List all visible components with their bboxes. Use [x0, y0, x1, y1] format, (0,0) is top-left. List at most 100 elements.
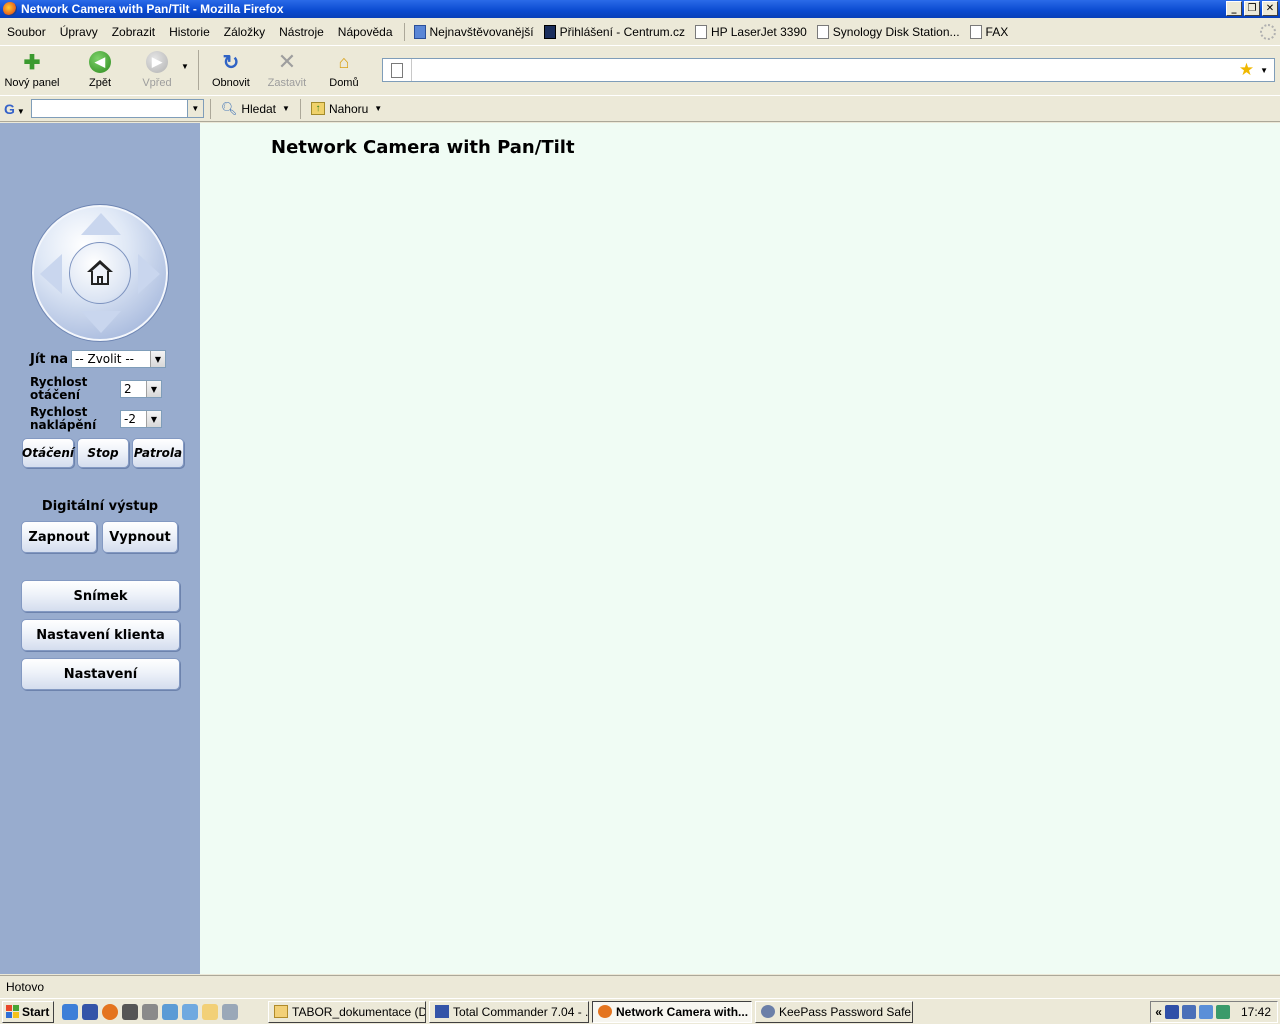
- close-button[interactable]: ✕: [1262, 1, 1278, 16]
- globe-icon[interactable]: [222, 1003, 238, 1020]
- forward-button[interactable]: ▶ Vpřed: [136, 46, 178, 94]
- pan-speed-value: 2: [124, 382, 132, 396]
- forward-arrow-icon: ▶: [146, 51, 168, 73]
- tilt-speed-value: -2: [124, 412, 136, 426]
- app-icon[interactable]: [182, 1003, 198, 1020]
- url-input[interactable]: [412, 60, 1239, 80]
- google-logo-icon[interactable]: G ▼: [4, 101, 25, 117]
- task-label: KeePass Password Safe ...: [779, 1004, 913, 1019]
- back-arrow-icon: ◀: [89, 51, 111, 73]
- google-toolbar: G ▼ ▼ 🔍︎ Hledat ▼ ↑ Nahoru ▼: [0, 95, 1280, 122]
- terminal-icon[interactable]: [122, 1003, 138, 1020]
- chevron-down-icon: ▼: [146, 411, 161, 427]
- google-search-button[interactable]: 🔍︎ Hledat ▼: [217, 101, 294, 117]
- back-label: Zpět: [88, 77, 111, 89]
- page-content: Jít na -- Zvolit -- ▼ Rychlost otáčení 2…: [0, 123, 1280, 974]
- calculator-icon[interactable]: [142, 1003, 158, 1020]
- output-on-button[interactable]: Zapnout: [21, 521, 97, 553]
- window-titlebar[interactable]: Network Camera with Pan/Tilt - Mozilla F…: [0, 0, 1280, 18]
- tilt-up-arrow-icon[interactable]: [81, 213, 121, 235]
- chevron-down-icon: ▼: [150, 351, 165, 367]
- network-tray-icon[interactable]: [1198, 1005, 1213, 1019]
- clock[interactable]: 17:42: [1241, 1005, 1271, 1019]
- menu-file[interactable]: Soubor: [0, 25, 53, 39]
- toolbar-separator: [299, 98, 301, 119]
- menu-view[interactable]: Zobrazit: [105, 25, 162, 39]
- save-disk-icon[interactable]: [82, 1003, 98, 1020]
- bookmark-synology[interactable]: Synology Disk Station...: [812, 25, 965, 39]
- ie-icon[interactable]: [62, 1003, 78, 1020]
- google-search-input[interactable]: [31, 100, 187, 117]
- firefox-icon: [3, 2, 17, 16]
- back-button[interactable]: ◀ Zpět: [64, 46, 136, 94]
- chevron-down-icon: ▼: [146, 381, 161, 397]
- firefox-icon: [598, 1005, 612, 1018]
- home-button[interactable]: ⌂ Domů: [317, 46, 371, 94]
- client-settings-button[interactable]: Nastavení klienta: [21, 619, 180, 651]
- navigation-toolbar: ✚ Nový panel ◀ Zpět ▶ Vpřed ▼ ↻ Obnovit …: [0, 45, 1280, 93]
- task-total-commander[interactable]: Total Commander 7.04 - ...: [429, 1000, 589, 1023]
- menu-bookmarks[interactable]: Záložky: [217, 25, 272, 39]
- output-off-button[interactable]: Vypnout: [102, 521, 178, 553]
- reload-button[interactable]: ↻ Obnovit: [205, 46, 257, 94]
- chevron-down-icon: ▼: [282, 104, 290, 113]
- task-explorer[interactable]: TABOR_dokumentace (D:): [268, 1000, 426, 1023]
- bookmark-most-visited[interactable]: Nejnavštěvovanější: [409, 25, 539, 39]
- reload-label: Obnovit: [211, 77, 250, 89]
- network-icon[interactable]: [162, 1003, 178, 1020]
- restore-button[interactable]: ❐: [1244, 1, 1260, 16]
- task-firefox[interactable]: Network Camera with...: [592, 1000, 752, 1023]
- pan-right-arrow-icon[interactable]: [138, 254, 160, 294]
- status-bar: Hotovo: [0, 975, 1280, 997]
- goto-preset-value: -- Zvolit --: [75, 352, 134, 366]
- menu-edit[interactable]: Úpravy: [53, 25, 105, 39]
- tilt-down-arrow-icon[interactable]: [81, 311, 121, 333]
- quick-launch: [62, 1003, 238, 1020]
- tilt-speed-select[interactable]: -2 ▼: [120, 410, 162, 428]
- bookmark-fax[interactable]: FAX: [965, 25, 1014, 39]
- new-tab-button[interactable]: ✚ Nový panel: [0, 46, 64, 94]
- home-position-button[interactable]: [69, 242, 131, 304]
- settings-button[interactable]: Nastavení: [21, 658, 180, 690]
- stop-motion-button[interactable]: Stop: [77, 438, 129, 468]
- stop-button[interactable]: ✕ Zastavit: [257, 46, 317, 94]
- tilt-speed-label: Rychlost naklápění: [30, 405, 97, 432]
- minimize-button[interactable]: _: [1226, 1, 1242, 16]
- history-dropdown-icon[interactable]: ▼: [178, 62, 192, 71]
- up-level-button[interactable]: ↑ Nahoru ▼: [307, 102, 386, 116]
- status-text: Hotovo: [6, 979, 45, 994]
- snapshot-button[interactable]: Snímek: [21, 580, 180, 612]
- menu-tools[interactable]: Nástroje: [272, 25, 331, 39]
- patrol-button[interactable]: Patrola: [132, 438, 184, 468]
- bookmark-hp-laserjet[interactable]: HP LaserJet 3390: [690, 25, 812, 39]
- bookmark-label: Nejnavštěvovanější: [429, 25, 534, 39]
- folder-icon[interactable]: [202, 1003, 218, 1020]
- site-page-icon: [391, 62, 403, 78]
- url-history-dropdown-icon[interactable]: ▼: [1260, 66, 1268, 75]
- pan-button[interactable]: Otáčení: [22, 438, 74, 468]
- pan-speed-label: Rychlost otáčení: [30, 375, 88, 402]
- task-keepass[interactable]: KeePass Password Safe ...: [755, 1000, 913, 1023]
- home-icon: ⌂: [338, 51, 350, 72]
- bookmark-star-icon[interactable]: ★: [1239, 60, 1254, 80]
- folder-up-icon: ↑: [310, 102, 325, 115]
- page-icon: [694, 25, 707, 39]
- reload-icon: ↻: [222, 51, 240, 74]
- firefox-quicklaunch-icon[interactable]: [102, 1003, 118, 1020]
- stop-label: Zastavit: [267, 77, 307, 89]
- tray-expand-icon[interactable]: «: [1155, 1005, 1162, 1019]
- pan-speed-select[interactable]: 2 ▼: [120, 380, 162, 398]
- sync-icon[interactable]: [1215, 1005, 1230, 1019]
- toolbar-separator: [197, 50, 199, 90]
- goto-preset-select[interactable]: -- Zvolit -- ▼: [71, 350, 166, 368]
- google-search-label: Hledat: [241, 101, 277, 116]
- menu-help[interactable]: Nápověda: [331, 25, 400, 39]
- security-icon[interactable]: [1181, 1005, 1196, 1019]
- google-search-box: ▼: [30, 99, 204, 118]
- bookmark-centrum[interactable]: Přihlášení - Centrum.cz: [539, 25, 690, 39]
- pan-left-arrow-icon[interactable]: [40, 254, 62, 294]
- google-search-dropdown-icon[interactable]: ▼: [186, 100, 203, 117]
- lock-icon[interactable]: [1164, 1005, 1179, 1019]
- start-button[interactable]: Start: [2, 1000, 54, 1023]
- menu-history[interactable]: Historie: [162, 25, 217, 39]
